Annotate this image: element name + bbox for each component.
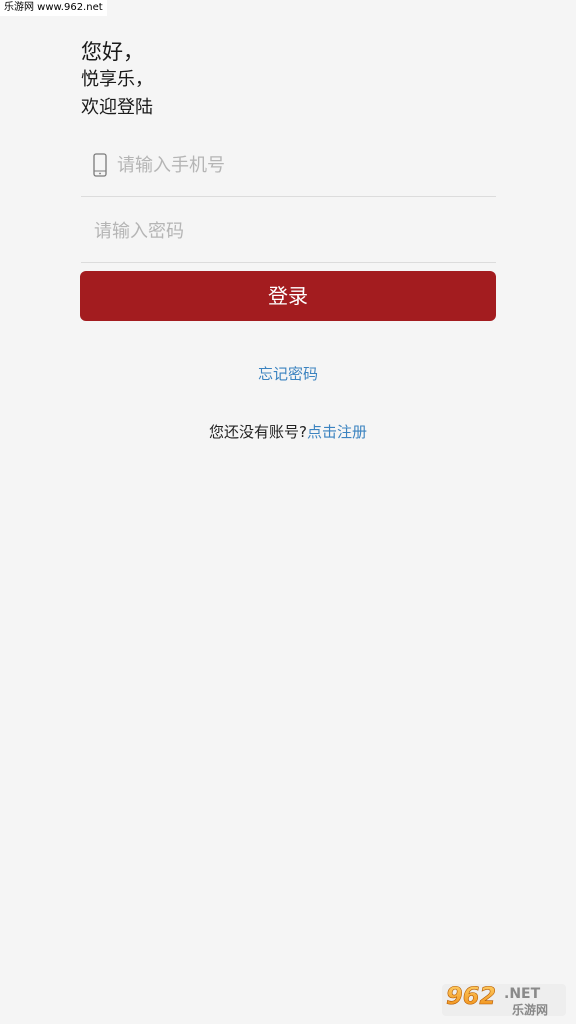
phone-icon [90, 152, 110, 178]
site-logo: 962 .NET 乐游网 [438, 974, 570, 1020]
password-input[interactable] [94, 211, 454, 251]
greeting-hello: 您好， [81, 40, 144, 64]
register-row: 您还没有账号?点击注册 [0, 421, 576, 443]
watermark-text: 乐游网 www.962.net [0, 0, 107, 16]
register-link[interactable]: 点击注册 [307, 423, 367, 441]
phone-field [81, 134, 496, 197]
password-field [81, 200, 496, 263]
no-account-prompt: 您还没有账号? [209, 423, 307, 441]
greeting-app-name: 悦享乐， [81, 69, 153, 90]
greeting-welcome: 欢迎登陆 [81, 97, 153, 118]
forgot-password-row: 忘记密码 [0, 363, 576, 385]
logo-suffix: .NET [504, 986, 541, 1002]
logo-number: 962 [446, 982, 496, 1010]
forgot-password-link[interactable]: 忘记密码 [258, 365, 318, 383]
greeting: 您好， 悦享乐， 欢迎登陆 [81, 38, 501, 122]
logo-subtitle: 乐游网 [512, 1002, 548, 1017]
phone-input[interactable] [117, 145, 477, 185]
login-button[interactable]: 登录 [80, 271, 496, 321]
